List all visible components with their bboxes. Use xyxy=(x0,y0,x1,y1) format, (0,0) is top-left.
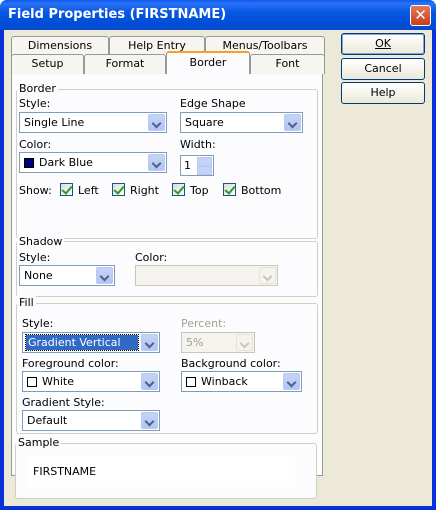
tab-label: Setup xyxy=(31,57,64,70)
help-label: Help xyxy=(370,86,396,99)
show-bottom-label: Bottom xyxy=(241,184,282,197)
sample-preview: FIRSTNAME xyxy=(29,455,295,487)
chevron-down-icon[interactable] xyxy=(283,373,300,390)
tab-label: Font xyxy=(275,57,300,70)
dialog-client: Dimensions Help Entry Menus/Toolbars Set… xyxy=(4,30,432,506)
fill-style-value: Gradient Vertical xyxy=(25,334,139,351)
fill-style-label: Style: xyxy=(22,317,54,330)
sample-text: FIRSTNAME xyxy=(33,465,97,478)
shadow-style-select[interactable]: None xyxy=(19,265,115,286)
fill-style-select[interactable]: Gradient Vertical xyxy=(22,332,160,353)
chevron-down-icon xyxy=(236,334,253,351)
close-button[interactable]: ✕ xyxy=(410,5,431,26)
chevron-down-icon[interactable] xyxy=(141,373,158,390)
show-right-label: Right xyxy=(130,184,159,197)
cancel-button[interactable]: Cancel xyxy=(341,58,425,80)
foreground-color-value: White xyxy=(42,375,74,388)
percent-value: 5% xyxy=(186,336,204,349)
show-top-label: Top xyxy=(190,184,209,197)
gradient-style-value: Default xyxy=(27,414,68,427)
shadow-style-value: None xyxy=(24,269,53,282)
foreground-color-label: Foreground color: xyxy=(22,357,119,370)
border-color-label: Color: xyxy=(19,138,52,151)
tab-dimensions[interactable]: Dimensions xyxy=(11,36,109,56)
chevron-down-icon[interactable] xyxy=(96,267,113,284)
gradient-style-select[interactable]: Default xyxy=(22,410,160,431)
tab-label: Dimensions xyxy=(27,39,93,52)
background-color-label: Background color: xyxy=(181,357,281,370)
sample-group-label: Sample xyxy=(16,436,62,449)
show-bottom-checkbox[interactable] xyxy=(223,183,236,196)
tab-setup[interactable]: Setup xyxy=(11,54,84,74)
spin-down-icon[interactable] xyxy=(197,166,212,175)
title-bar[interactable]: Field Properties (FIRSTNAME) ✕ xyxy=(0,0,436,30)
border-group-label: Border xyxy=(17,82,58,95)
color-swatch xyxy=(186,377,196,387)
border-color-value: Dark Blue xyxy=(39,156,93,169)
tab-panel-border: Border Style: Single Line Edge Shape Squ… xyxy=(11,73,323,476)
background-color-select[interactable]: Winback xyxy=(181,371,302,392)
border-style-label: Style: xyxy=(19,97,51,110)
color-swatch xyxy=(27,377,37,387)
dialog-window: Field Properties (FIRSTNAME) ✕ Dimension… xyxy=(0,0,436,510)
width-spinner[interactable]: 1 xyxy=(180,155,214,176)
tab-format[interactable]: Format xyxy=(84,54,166,74)
shadow-color-select xyxy=(135,265,278,286)
show-left-checkbox[interactable] xyxy=(60,183,73,196)
chevron-down-icon[interactable] xyxy=(284,114,301,131)
border-style-select[interactable]: Single Line xyxy=(19,112,167,133)
foreground-color-select[interactable]: White xyxy=(22,371,160,392)
edge-shape-label: Edge Shape xyxy=(180,97,246,110)
tab-font[interactable]: Font xyxy=(250,54,325,74)
edge-shape-value: Square xyxy=(185,116,224,129)
color-swatch xyxy=(24,158,34,168)
show-label: Show: xyxy=(19,184,52,197)
window-title: Field Properties (FIRSTNAME) xyxy=(8,7,227,22)
background-color-value: Winback xyxy=(201,375,248,388)
fill-group-label: Fill xyxy=(17,296,36,309)
tab-label: Border xyxy=(189,56,227,69)
chevron-down-icon[interactable] xyxy=(141,412,158,429)
percent-label: Percent: xyxy=(181,317,227,330)
tab-label: Format xyxy=(105,57,145,70)
shadow-group-label: Shadow xyxy=(17,235,65,248)
show-top-checkbox[interactable] xyxy=(172,183,185,196)
percent-select: 5% xyxy=(181,332,255,353)
chevron-down-icon xyxy=(259,267,276,284)
show-left-label: Left xyxy=(78,184,99,197)
show-right-checkbox[interactable] xyxy=(112,183,125,196)
shadow-color-label: Color: xyxy=(135,251,168,264)
border-color-select[interactable]: Dark Blue xyxy=(19,152,167,173)
close-icon: ✕ xyxy=(414,6,427,24)
tab-border[interactable]: Border xyxy=(166,51,250,74)
ok-label: OK xyxy=(375,37,391,50)
ok-button[interactable]: OK xyxy=(341,33,425,55)
gradient-style-label: Gradient Style: xyxy=(22,396,105,409)
border-style-value: Single Line xyxy=(24,116,85,129)
spin-up-icon[interactable] xyxy=(197,157,212,166)
sample-group: FIRSTNAME xyxy=(15,443,317,499)
chevron-down-icon[interactable] xyxy=(148,114,165,131)
width-value: 1 xyxy=(184,159,191,172)
chevron-down-icon[interactable] xyxy=(148,154,165,171)
help-button[interactable]: Help xyxy=(341,82,425,104)
chevron-down-icon[interactable] xyxy=(141,334,158,351)
cancel-label: Cancel xyxy=(364,62,402,75)
shadow-style-label: Style: xyxy=(19,251,51,264)
edge-shape-select[interactable]: Square xyxy=(180,112,303,133)
width-label: Width: xyxy=(180,138,216,151)
